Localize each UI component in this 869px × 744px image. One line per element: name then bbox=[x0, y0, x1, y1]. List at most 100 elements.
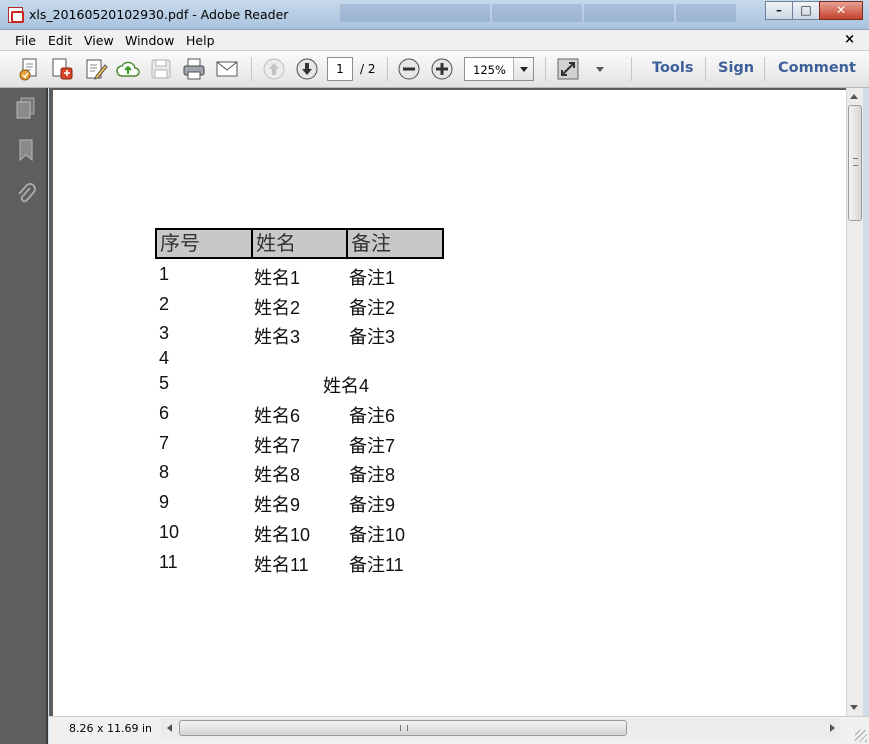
scroll-down-icon[interactable] bbox=[850, 705, 858, 710]
menu-file[interactable]: File bbox=[15, 33, 36, 48]
table-cell: 备注10 bbox=[349, 525, 406, 545]
table-cell: 6 bbox=[159, 403, 170, 423]
toolbar-separator bbox=[705, 57, 706, 81]
background-taskbar-item bbox=[492, 4, 582, 22]
pdf-app-icon bbox=[8, 7, 24, 23]
more-tools-icon[interactable] bbox=[588, 57, 604, 81]
minimize-icon: – bbox=[776, 3, 782, 17]
table-cell: 姓名2 bbox=[254, 298, 301, 318]
table-cell: 7 bbox=[159, 433, 170, 453]
zoom-out-icon[interactable] bbox=[397, 57, 423, 81]
menu-window[interactable]: Window bbox=[125, 33, 174, 48]
cloud-upload-icon[interactable] bbox=[116, 57, 142, 81]
toolbar-separator bbox=[764, 57, 765, 81]
status-bar: 8.26 x 11.69 in bbox=[49, 716, 869, 744]
table-cell: 2 bbox=[159, 294, 170, 314]
pdf-page: 序号 姓名 备注 1 姓名1 备注1 2 姓名2 备注2 3 姓名3 备注3 4… bbox=[53, 90, 846, 716]
maximize-button[interactable]: □ bbox=[792, 1, 820, 20]
menu-bar: File Edit View Window Help × bbox=[0, 30, 869, 51]
zoom-select[interactable]: 125% bbox=[464, 57, 534, 81]
table-cell: 姓名7 bbox=[254, 436, 301, 456]
page-total: / 2 bbox=[360, 62, 376, 76]
page-size-label: 8.26 x 11.69 in bbox=[69, 722, 153, 735]
table-cell: 姓名8 bbox=[254, 465, 301, 485]
table-cell: 9 bbox=[159, 492, 170, 512]
table-cell: 备注3 bbox=[349, 327, 396, 347]
table-cell: 备注7 bbox=[349, 436, 396, 456]
scroll-left-icon[interactable] bbox=[167, 724, 172, 732]
tools-link[interactable]: Tools bbox=[652, 60, 694, 76]
table-cell: 备注2 bbox=[349, 298, 396, 318]
fit-page-icon[interactable] bbox=[556, 57, 582, 81]
next-page-icon[interactable] bbox=[295, 57, 321, 81]
table-cell: 姓名6 bbox=[254, 406, 301, 426]
horizontal-scrollbar[interactable] bbox=[161, 719, 841, 738]
table-cell: 8 bbox=[159, 462, 170, 482]
table-cell: 备注8 bbox=[349, 465, 396, 485]
email-icon[interactable] bbox=[215, 57, 241, 81]
background-taskbar-item bbox=[676, 4, 736, 22]
sign-link[interactable]: Sign bbox=[718, 60, 754, 76]
chevron-down-icon[interactable] bbox=[513, 58, 533, 80]
table-cell: 1 bbox=[159, 264, 170, 284]
table-cell: 11 bbox=[159, 552, 178, 572]
share-icon[interactable] bbox=[50, 57, 76, 81]
save-icon[interactable] bbox=[149, 57, 175, 81]
close-icon: ✕ bbox=[835, 3, 847, 17]
table-cell: 备注1 bbox=[349, 268, 396, 288]
attachment-icon[interactable] bbox=[14, 182, 38, 206]
maximize-icon: □ bbox=[800, 3, 812, 17]
column-header-remark: 备注 bbox=[346, 228, 444, 259]
scroll-right-icon[interactable] bbox=[830, 724, 835, 732]
menu-help[interactable]: Help bbox=[186, 33, 215, 48]
bookmark-icon[interactable] bbox=[14, 138, 38, 162]
column-header-number: 序号 bbox=[155, 228, 253, 259]
table-cell: 姓名3 bbox=[254, 327, 301, 347]
grip-icon bbox=[853, 158, 858, 166]
navigation-pane bbox=[0, 88, 48, 744]
create-pdf-icon[interactable] bbox=[18, 57, 44, 81]
title-bar: xls_20160520102930.pdf - Adobe Reader – … bbox=[0, 0, 869, 30]
pages-icon[interactable] bbox=[14, 96, 38, 120]
page-number-input[interactable]: 1 bbox=[327, 57, 353, 81]
table-cell: 姓名9 bbox=[254, 495, 301, 515]
column-header-name: 姓名 bbox=[251, 228, 348, 259]
toolbar: 1 / 2 125% Tools Sign Comment bbox=[0, 51, 869, 88]
table-cell: 姓名10 bbox=[254, 525, 311, 545]
scroll-up-icon[interactable] bbox=[850, 94, 858, 99]
table-cell: 备注11 bbox=[349, 555, 404, 575]
table-cell: 5 bbox=[159, 373, 170, 393]
document-viewport[interactable]: 序号 姓名 备注 1 姓名1 备注1 2 姓名2 备注2 3 姓名3 备注3 4… bbox=[49, 88, 846, 716]
toolbar-separator bbox=[251, 57, 252, 81]
background-taskbar-item bbox=[340, 4, 490, 22]
horizontal-scroll-thumb[interactable] bbox=[179, 720, 627, 736]
zoom-in-icon[interactable] bbox=[430, 57, 456, 81]
previous-page-icon[interactable] bbox=[262, 57, 288, 81]
toolbar-separator bbox=[631, 57, 632, 81]
close-document-button[interactable]: × bbox=[844, 32, 855, 47]
close-button[interactable]: ✕ bbox=[819, 1, 863, 20]
toolbar-separator bbox=[387, 57, 388, 81]
table-cell: 4 bbox=[159, 348, 170, 368]
table-cell: 备注6 bbox=[349, 406, 396, 426]
menu-edit[interactable]: Edit bbox=[48, 33, 72, 48]
table-cell: 姓名11 bbox=[254, 555, 309, 575]
vertical-scrollbar[interactable] bbox=[846, 88, 863, 716]
toolbar-separator bbox=[545, 57, 546, 81]
table-cell: 3 bbox=[159, 323, 170, 343]
grip-icon bbox=[400, 725, 408, 731]
vertical-scroll-thumb[interactable] bbox=[848, 105, 862, 221]
comment-link[interactable]: Comment bbox=[778, 60, 856, 76]
table-cell: 10 bbox=[159, 522, 180, 542]
table-cell: 备注9 bbox=[349, 495, 396, 515]
table-cell: 姓名4 bbox=[323, 376, 370, 396]
background-taskbar-item bbox=[584, 4, 674, 22]
menu-view[interactable]: View bbox=[84, 33, 114, 48]
window-title: xls_20160520102930.pdf - Adobe Reader bbox=[29, 7, 289, 22]
resize-grip-icon[interactable] bbox=[855, 730, 867, 742]
minimize-button[interactable]: – bbox=[765, 1, 793, 20]
zoom-value: 125% bbox=[473, 63, 506, 77]
edit-icon[interactable] bbox=[84, 57, 110, 81]
table-cell: 姓名1 bbox=[254, 268, 301, 288]
print-icon[interactable] bbox=[182, 57, 208, 81]
